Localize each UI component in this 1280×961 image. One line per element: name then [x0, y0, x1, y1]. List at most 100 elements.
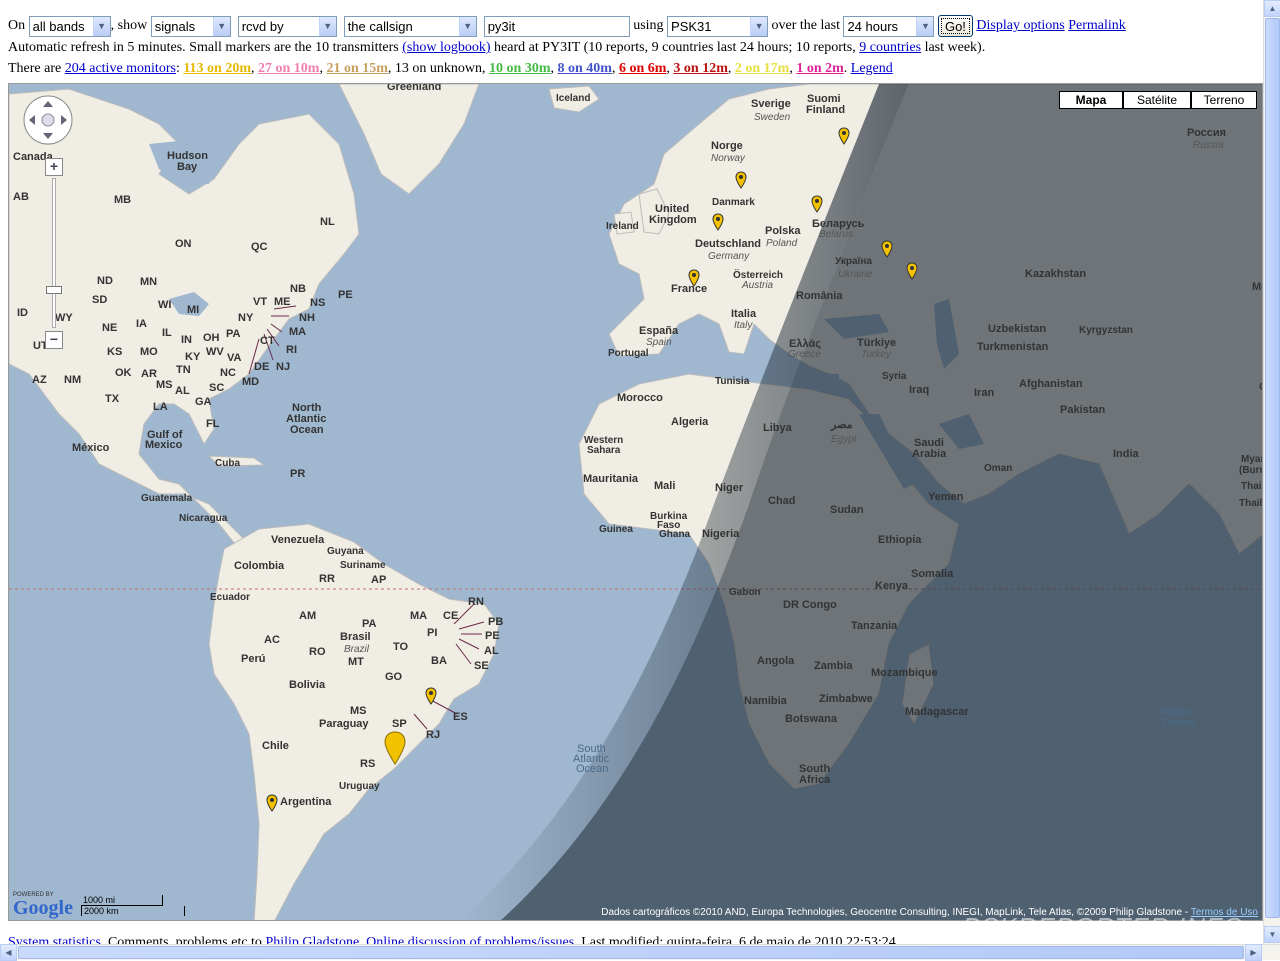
band-count-7[interactable]: 3 on 12m	[673, 61, 727, 76]
map-label: Ukraine	[838, 269, 873, 280]
map-label: Oman	[984, 463, 1013, 474]
map-label: Mong	[1252, 281, 1262, 293]
zoom-slider-handle[interactable]	[46, 286, 62, 294]
map-label: DR Congo	[783, 599, 837, 611]
scroll-right-icon[interactable]: ▶	[1245, 944, 1262, 961]
active-monitors-link[interactable]: 204 active monitors	[65, 61, 176, 76]
map-label: Madagascar	[905, 706, 969, 718]
scroll-left-icon[interactable]: ◀	[0, 944, 17, 961]
google-logo[interactable]: POWERED BY Google	[13, 892, 73, 918]
transmitter-marker[interactable]	[425, 687, 437, 705]
horizontal-scrollbar[interactable]: ◀ ▶	[0, 944, 1280, 961]
map-type-mapa[interactable]: Mapa	[1059, 91, 1123, 109]
countries-link[interactable]: 9 countries	[859, 40, 921, 55]
hscroll-thumb[interactable]	[18, 946, 1244, 959]
map-label: AZ	[32, 374, 47, 386]
zoom-out-button[interactable]: −	[45, 331, 63, 349]
map-label: Mexico	[145, 439, 183, 451]
direction-select[interactable]: rcvd by ▼	[237, 15, 337, 37]
legend-link[interactable]: Legend	[851, 61, 893, 76]
map-label: NJ	[276, 361, 291, 373]
band-count-1[interactable]: 27 on 10m	[258, 61, 319, 76]
map-type-satelite[interactable]: Satélite	[1123, 91, 1191, 109]
map-label: Turkey	[861, 349, 891, 360]
map-label: Poland	[766, 238, 798, 249]
map-label: ES	[453, 711, 468, 723]
band-count-2[interactable]: 21 on 15m	[326, 61, 387, 76]
go-button[interactable]: Go!	[937, 15, 973, 37]
display-options-link[interactable]: Display options	[976, 18, 1064, 34]
zoom-slider-track[interactable]	[52, 178, 56, 328]
map-label: AR	[141, 368, 157, 380]
period-select[interactable]: 24 hours ▼	[843, 15, 935, 37]
map-label: NC	[220, 367, 236, 379]
mode-select[interactable]: PSK31 ▼	[667, 15, 769, 37]
scroll-thumb[interactable]	[1265, 18, 1280, 918]
transmitter-marker[interactable]	[735, 171, 747, 189]
map-label: CE	[443, 610, 459, 622]
pan-control[interactable]	[18, 94, 78, 154]
map-canvas[interactable]: Greenland Iceland Sverige Sweden Suomi Finlan…	[8, 83, 1263, 921]
map-label: Arabia	[912, 448, 947, 460]
map-label: SC	[209, 382, 225, 394]
map-label: OK	[115, 367, 132, 379]
hand-icon	[41, 113, 55, 127]
map-label: CT	[260, 335, 275, 347]
map-label: GA	[195, 396, 212, 408]
home-station-marker[interactable]	[384, 731, 406, 765]
show-select[interactable]: signals ▼	[150, 15, 231, 37]
vertical-scrollbar[interactable]: ▲ ▼	[1263, 0, 1280, 944]
map-label: Portugal	[608, 348, 649, 359]
map-label: Niger	[715, 482, 744, 494]
permalink-link[interactable]: Permalink	[1068, 18, 1126, 34]
map-label: MS	[156, 379, 173, 391]
band-count-4[interactable]: 10 on 30m	[489, 61, 550, 76]
transmitter-marker[interactable]	[881, 240, 893, 258]
band-select[interactable]: all bands ▼	[28, 15, 111, 37]
transmitter-marker[interactable]	[811, 195, 823, 213]
map-label: MN	[140, 276, 158, 288]
scroll-down-icon[interactable]: ▼	[1264, 926, 1280, 943]
band-count-9[interactable]: 1 on 2m	[796, 61, 843, 76]
map-label: Algeria	[671, 416, 709, 428]
map-label: Sudan	[830, 504, 864, 516]
band-count-5[interactable]: 8 on 40m	[558, 61, 612, 76]
map-label: Angola	[757, 655, 795, 667]
map-label: Africa	[799, 774, 831, 786]
map-label: Brasil	[340, 631, 371, 643]
map-label: WI	[158, 299, 172, 311]
transmitter-marker[interactable]	[906, 262, 918, 280]
map-label: Thaila	[1239, 498, 1263, 509]
transmitter-marker[interactable]	[838, 127, 850, 145]
band-count-0[interactable]: 113 on 20m	[183, 61, 251, 76]
transmitter-marker[interactable]	[266, 794, 278, 812]
band-count-6[interactable]: 6 on 6m	[619, 61, 666, 76]
map-label: Kyrgyzstan	[1079, 325, 1133, 336]
map-type-control: Mapa Satélite Terreno	[1059, 91, 1257, 109]
callsign-input[interactable]: py3it	[483, 15, 630, 37]
map-label: Zimbabwe	[819, 693, 873, 705]
map-label: Ecuador	[210, 592, 251, 603]
map-label: TN	[176, 364, 191, 376]
map-label: Libya	[763, 422, 792, 434]
map-type-terreno[interactable]: Terreno	[1191, 91, 1257, 109]
map-label: Kenya	[875, 580, 909, 592]
show-logbook-link[interactable]: (show logbook)	[402, 40, 490, 55]
scroll-up-icon[interactable]: ▲	[1264, 0, 1280, 17]
map-label: SP	[392, 718, 407, 730]
target-select[interactable]: the callsign ▼	[343, 15, 477, 37]
map-label: Nicaragua	[179, 513, 228, 524]
map-label: Bay	[177, 161, 198, 173]
map-label: Guyana	[327, 546, 364, 557]
map-label: AC	[264, 634, 280, 646]
map-label: Namibia	[744, 695, 787, 707]
band-count-8[interactable]: 2 on 17m	[735, 61, 789, 76]
map-label: RN	[468, 596, 484, 608]
map-label: Finland	[806, 104, 846, 116]
transmitter-marker[interactable]	[712, 213, 724, 231]
zoom-in-button[interactable]: +	[45, 158, 63, 176]
transmitter-marker[interactable]	[688, 269, 700, 287]
map-label: Argentina	[280, 796, 332, 808]
map-label: Germany	[708, 251, 750, 262]
map-base	[9, 84, 1262, 920]
